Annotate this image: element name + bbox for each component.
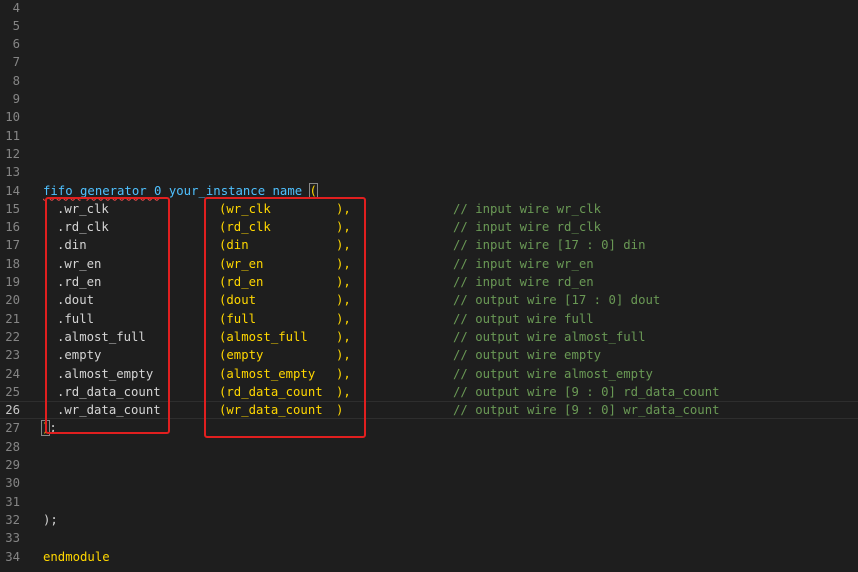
- code-line[interactable]: 28: [0, 438, 858, 456]
- line-number: 33: [5, 531, 20, 546]
- port-comment: // output wire almost_empty: [453, 366, 653, 381]
- code-editor[interactable]: 4 5 6 7 8 9 10 11 12 13 14 fifo_generator_0 your_in…: [0, 0, 858, 572]
- line-number: 34: [5, 549, 20, 564]
- line-number: 9: [12, 92, 20, 106]
- port-comment: // output wire almost_full: [453, 329, 646, 344]
- line-number: 17: [5, 238, 20, 253]
- annotation-box-signals: [204, 197, 366, 438]
- line-number: 29: [5, 458, 20, 472]
- port-comment: // output wire [9 : 0] rd_data_count: [453, 384, 720, 399]
- line-number: 8: [12, 73, 20, 88]
- code-line[interactable]: 32);: [0, 511, 858, 529]
- line-number: 31: [5, 494, 20, 509]
- line-number: 16: [5, 220, 20, 235]
- line-number: 18: [5, 256, 20, 271]
- line-number: 12: [5, 146, 20, 161]
- code-line[interactable]: 29: [0, 456, 858, 474]
- line-number: 20: [5, 293, 20, 308]
- line-number: 19: [5, 275, 20, 289]
- code-line[interactable]: 12: [0, 145, 858, 163]
- code-line[interactable]: 11: [0, 127, 858, 145]
- line-number: 28: [5, 439, 20, 454]
- line-number: 25: [5, 384, 20, 399]
- line-number: 13: [5, 165, 20, 180]
- line-number: 30: [5, 476, 20, 491]
- line-number: 26: [5, 403, 20, 418]
- line-number: 10: [5, 110, 20, 125]
- code-line[interactable]: 7: [0, 53, 858, 71]
- end-paren-statement: );: [43, 512, 58, 527]
- code-line[interactable]: 31: [0, 493, 858, 511]
- code-line[interactable]: 30: [0, 474, 858, 492]
- code-line[interactable]: 34 endmodule: [0, 548, 858, 566]
- line-number: 5: [12, 18, 20, 33]
- line-number: 6: [12, 37, 20, 52]
- annotation-box-ports: [45, 197, 170, 434]
- code-line[interactable]: 4: [0, 0, 858, 17]
- line-number: 15: [5, 201, 20, 216]
- port-comment: // output wire [17 : 0] dout: [453, 293, 661, 308]
- line-number: 23: [5, 348, 20, 363]
- code-line[interactable]: 8: [0, 72, 858, 90]
- line-number: 14: [5, 183, 20, 198]
- line-number: 32: [5, 512, 20, 527]
- port-comment: // input wire wr_en: [453, 256, 594, 271]
- port-comment: // input wire rd_en: [453, 275, 594, 289]
- code-line[interactable]: 33: [0, 529, 858, 547]
- line-number: 21: [5, 311, 20, 326]
- line-number: 7: [12, 55, 20, 70]
- code-line[interactable]: 10: [0, 108, 858, 126]
- code-line[interactable]: 6: [0, 35, 858, 53]
- instance-name[interactable]: your_instance_name: [169, 184, 302, 198]
- code-line[interactable]: 5: [0, 17, 858, 35]
- port-comment: // input wire [17 : 0] din: [453, 238, 646, 253]
- open-paren: (: [308, 182, 319, 199]
- port-comment: // output wire [9 : 0] wr_data_count: [453, 403, 720, 418]
- port-comment: // input wire wr_clk: [453, 201, 602, 216]
- code-line[interactable]: 9: [0, 90, 858, 108]
- code-line[interactable]: 13: [0, 163, 858, 181]
- line-number: 27: [5, 421, 20, 436]
- port-comment: // input wire rd_clk: [453, 220, 602, 235]
- line-number: 11: [5, 128, 20, 143]
- port-comment: // output wire empty: [453, 348, 602, 363]
- line-number: 24: [5, 366, 20, 381]
- line-number: 22: [5, 329, 20, 344]
- endmodule-keyword: endmodule: [43, 549, 110, 564]
- port-comment: // output wire full: [453, 311, 594, 326]
- module-name[interactable]: fifo_generator_0: [43, 184, 161, 198]
- line-number: 4: [12, 0, 20, 15]
